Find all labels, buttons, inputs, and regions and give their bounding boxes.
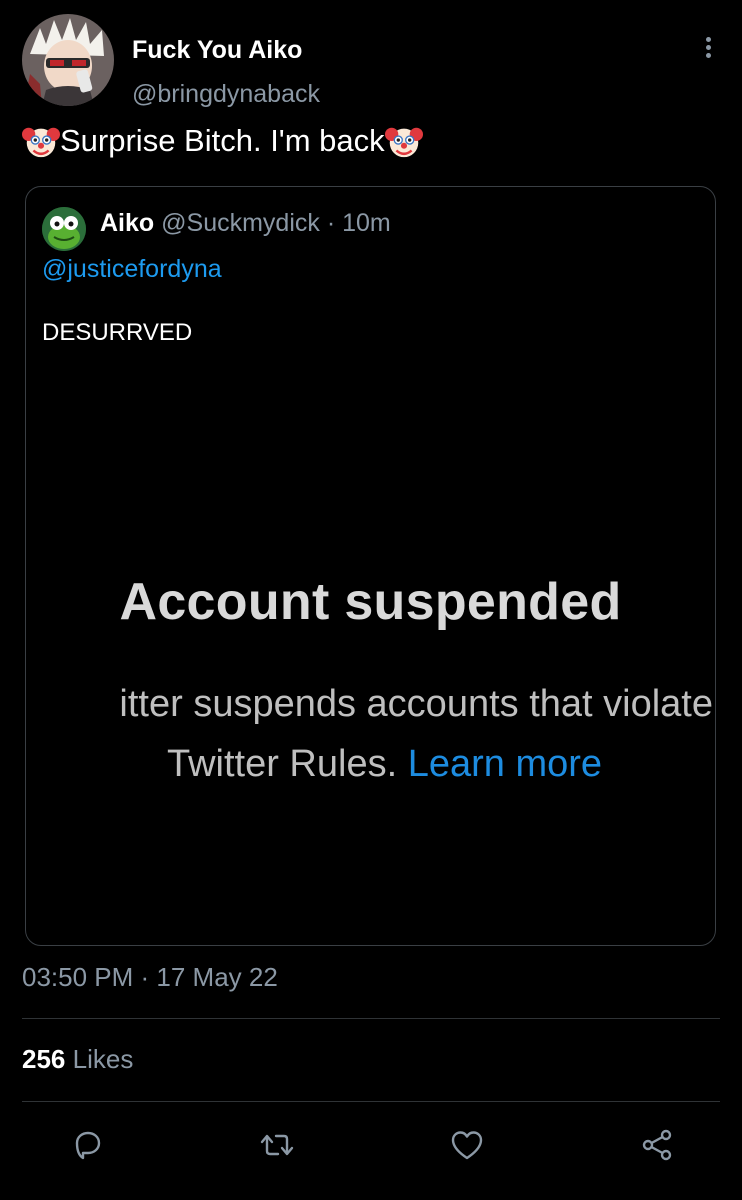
clown-face-icon	[384, 127, 423, 158]
tweet-actions	[0, 1120, 742, 1170]
quote-author-handle[interactable]: @Suckmydick	[161, 209, 320, 237]
quote-header: Aiko @Suckmydick · 10m	[100, 209, 391, 238]
author-handle[interactable]: @bringdynaback	[132, 80, 320, 109]
tweet-text: Surprise Bitch. I'm back	[22, 122, 720, 160]
author-name[interactable]: Fuck You Aiko	[132, 36, 302, 65]
retweet-icon	[260, 1134, 294, 1156]
suspended-title: Account suspended	[119, 573, 622, 631]
quote-mention-link[interactable]: @justicefordyna	[42, 255, 222, 284]
learn-more-link[interactable]: Learn more	[408, 743, 602, 785]
more-vertical-icon[interactable]	[696, 34, 720, 64]
divider	[22, 1018, 720, 1019]
like-button[interactable]	[442, 1120, 492, 1170]
suspended-rules-text: Twitter Rules.	[166, 743, 398, 785]
clown-face-icon	[22, 127, 60, 158]
suspended-description-line2: Twitter Rules. Learn more	[26, 743, 715, 786]
divider	[22, 1101, 720, 1102]
reply-button[interactable]	[62, 1120, 112, 1170]
author-avatar[interactable]	[22, 14, 114, 106]
tweet-timestamp: 03:50 PM · 17 May 22	[22, 962, 278, 992]
suspended-description-line1: itter suspends accounts that violate	[119, 683, 713, 725]
heart-icon	[451, 1131, 483, 1160]
likes-label: Likes	[72, 1044, 134, 1074]
tweet-header: Fuck You Aiko @bringdynaback	[22, 14, 720, 109]
tweet-text-content: Surprise Bitch. I'm back	[60, 123, 385, 158]
quote-avatar	[42, 207, 86, 251]
quote-author-name[interactable]: Aiko	[100, 209, 154, 237]
share-button[interactable]	[632, 1120, 682, 1170]
share-icon	[642, 1129, 672, 1161]
retweet-button[interactable]	[252, 1120, 302, 1170]
likes-stat[interactable]: 256 Likes	[22, 1044, 133, 1075]
likes-count: 256	[22, 1044, 66, 1074]
quote-time: · 10m	[326, 209, 391, 237]
quoted-tweet[interactable]: Aiko @Suckmydick · 10m @justicefordyna D…	[25, 186, 716, 946]
quote-text: DESURRVED	[42, 319, 193, 346]
reply-icon	[75, 1131, 101, 1160]
